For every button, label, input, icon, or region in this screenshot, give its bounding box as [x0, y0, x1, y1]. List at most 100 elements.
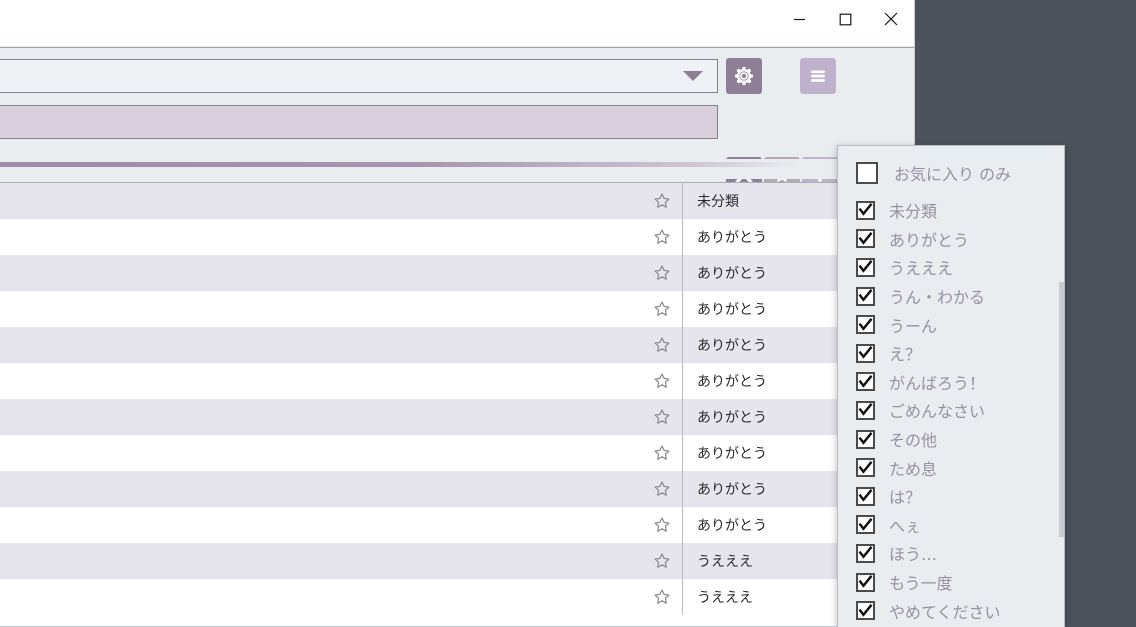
row-favorite-star[interactable] — [642, 263, 682, 283]
row-favorite-star[interactable] — [642, 191, 682, 211]
filter-item-checkbox[interactable] — [856, 515, 875, 535]
row-favorite-star[interactable] — [642, 407, 682, 427]
table-row[interactable]: ありがとう — [0, 327, 914, 363]
filter-item-label: その他 — [889, 431, 938, 451]
toolbar-row-secondary — [0, 103, 914, 193]
table-row[interactable]: ありがとう — [0, 507, 914, 543]
table-row[interactable]: ありがとう — [0, 435, 914, 471]
settings-button[interactable] — [726, 58, 762, 94]
row-favorite-star[interactable] — [642, 371, 682, 391]
star-outline-icon — [654, 373, 670, 388]
star-outline-icon — [654, 517, 670, 532]
table-row[interactable]: うえええ — [0, 543, 914, 579]
checkmark-icon — [858, 603, 873, 617]
filter-item-label: がんばろう！ — [889, 373, 986, 393]
filter-item[interactable]: ため息 — [838, 453, 1064, 482]
row-favorite-star[interactable] — [642, 299, 682, 319]
filter-item[interactable]: へぇ — [838, 511, 1064, 540]
filter-item-checkbox[interactable] — [856, 286, 875, 306]
table-row[interactable]: ありがとう — [0, 219, 914, 255]
checkmark-icon — [858, 432, 873, 445]
row-favorite-star[interactable] — [642, 443, 682, 463]
filter-item-checkbox[interactable] — [856, 372, 875, 392]
checkmark-icon — [858, 403, 873, 417]
filter-item-checkbox[interactable] — [856, 343, 875, 363]
table-row[interactable]: 未分類 — [0, 183, 914, 219]
checkmark-icon — [858, 346, 873, 359]
row-favorite-star[interactable] — [642, 479, 682, 499]
filter-item-checkbox[interactable] — [856, 429, 875, 449]
filter-item-checkbox[interactable] — [856, 458, 875, 478]
filter-item[interactable]: うえええ — [838, 253, 1064, 282]
table-row[interactable]: ありがとう — [0, 471, 914, 507]
filter-item-list: 未分類ありがとううえええうん・わかる うーんえ？ がんばろう！ ごめんなさい その他ため… — [838, 196, 1064, 625]
filter-item[interactable]: うーん — [838, 310, 1064, 339]
checkmark-icon — [858, 489, 873, 502]
filter-item[interactable]: うん・わかる — [838, 282, 1064, 311]
filter-item[interactable]: ほう… — [838, 539, 1064, 568]
filter-item-checkbox[interactable] — [856, 315, 875, 335]
progress-strip — [0, 159, 914, 179]
checkmark-icon — [858, 289, 873, 302]
maximize-icon — [839, 13, 851, 25]
table-row[interactable]: ありがとう — [0, 363, 914, 399]
filter-item[interactable]: やめてください — [838, 596, 1064, 625]
row-favorite-star[interactable] — [642, 587, 682, 607]
filter-item-label: ごめんなさい — [889, 402, 986, 422]
hamburger-icon — [811, 70, 825, 82]
filter-item-label: え？ — [889, 345, 922, 365]
filter-item-checkbox[interactable] — [856, 486, 875, 506]
checkmark-icon — [858, 374, 873, 388]
table-row[interactable]: ありがとう — [0, 255, 914, 291]
close-icon — [884, 12, 898, 26]
close-button[interactable] — [868, 0, 914, 38]
checkmark-icon — [858, 317, 873, 331]
search-input[interactable] — [0, 105, 718, 139]
filter-item[interactable]: は？ — [838, 482, 1064, 511]
filter-item-label: うーん — [889, 316, 938, 336]
favorites-only-checkbox[interactable] — [856, 162, 878, 184]
row-favorite-star[interactable] — [642, 551, 682, 571]
checkmark-icon — [858, 260, 873, 274]
maximize-button[interactable] — [822, 0, 868, 38]
filter-item-checkbox[interactable] — [856, 229, 875, 249]
filter-item[interactable]: がんばろう！ — [838, 368, 1064, 397]
minimize-button[interactable] — [776, 0, 822, 38]
filter-item-label: うん・わかる — [889, 288, 986, 308]
filter-item[interactable]: 未分類 — [838, 196, 1064, 225]
filter-item-label: ため息 — [889, 459, 938, 479]
filter-panel-scrollbar[interactable] — [1059, 282, 1064, 537]
favorites-only-checkbox-row[interactable]: お気に入り のみ — [838, 156, 1064, 190]
filter-item-label: 未分類 — [889, 202, 938, 222]
star-outline-icon — [654, 193, 670, 208]
filter-item-checkbox[interactable] — [856, 257, 875, 277]
data-table[interactable]: 未分類 ありがとう ありがとう ありがとう ありがとう ありがとう ありがとう ありがとう あり… — [0, 182, 914, 626]
filter-item[interactable]: ごめんなさい — [838, 396, 1064, 425]
filter-item[interactable]: その他 — [838, 425, 1064, 454]
filter-item-checkbox[interactable] — [856, 400, 875, 420]
filter-item-checkbox[interactable] — [856, 601, 875, 621]
table-row[interactable]: ありがとう — [0, 399, 914, 435]
filter-item-checkbox[interactable] — [856, 572, 875, 592]
menu-button[interactable] — [800, 58, 836, 94]
filter-item-checkbox[interactable] — [856, 543, 875, 563]
checkmark-icon — [858, 203, 873, 217]
table-row[interactable]: ありがとう — [0, 291, 914, 327]
checkmark-icon — [858, 546, 873, 560]
filter-item[interactable]: え？ — [838, 339, 1064, 368]
star-outline-icon — [654, 481, 670, 496]
gear-icon — [735, 67, 753, 85]
row-favorite-star[interactable] — [642, 335, 682, 355]
row-favorite-star[interactable] — [642, 515, 682, 535]
toolbar — [0, 47, 914, 193]
category-combobox[interactable] — [0, 59, 718, 93]
filter-dropdown-panel[interactable]: お気に入り のみ 未分類ありがとううえええうん・わかる うーんえ？ がんばろう！ ごめ… — [837, 145, 1065, 627]
progress-fill — [0, 162, 800, 167]
filter-item-checkbox[interactable] — [856, 200, 875, 220]
row-favorite-star[interactable] — [642, 227, 682, 247]
filter-item[interactable]: もう一度 — [838, 568, 1064, 597]
table-row[interactable]: うえええ — [0, 579, 914, 615]
filter-item[interactable]: ありがとう — [838, 225, 1064, 254]
star-outline-icon — [654, 229, 670, 244]
filter-item-label: ありがとう — [889, 230, 970, 250]
